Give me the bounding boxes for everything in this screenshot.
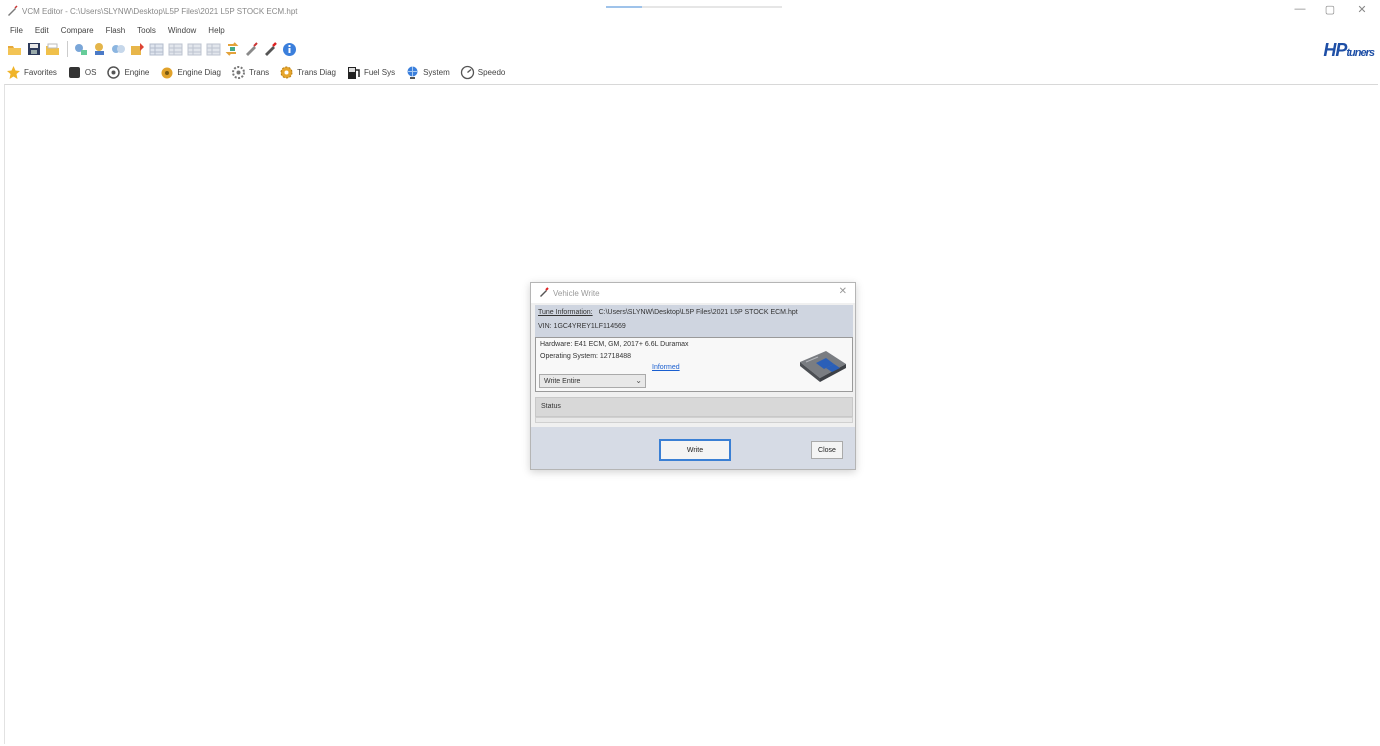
title-bar-divider <box>642 6 782 8</box>
menu-compare[interactable]: Compare <box>61 26 94 35</box>
tune-info-row: Tune Information: C:\Users\SLYNW\Desktop\… <box>538 309 798 316</box>
window-title: VCM Editor - C:\Users\SLYNW\Desktop\L5P … <box>22 6 298 16</box>
vin-text: VIN: 1GC4YREY1LF114569 <box>538 323 626 330</box>
menu-edit[interactable]: Edit <box>35 26 49 35</box>
tune-info-label[interactable]: Tune Information: <box>538 309 593 316</box>
gear-icon <box>231 65 246 80</box>
category-label: Speedo <box>477 67 506 77</box>
compare-icon[interactable] <box>110 41 127 58</box>
hardware-panel: Hardware: E41 ECM, GM, 2017+ 6.6L Durama… <box>535 337 853 392</box>
maximize-button[interactable]: ▢ <box>1318 3 1342 16</box>
engine-diag-icon <box>159 65 174 80</box>
write-button[interactable]: Write <box>659 439 731 461</box>
logo-main-text: HP <box>1323 40 1347 60</box>
category-label: Engine Diag <box>177 67 221 77</box>
category-trans[interactable]: Trans <box>231 65 269 80</box>
convert-icon[interactable] <box>224 41 241 58</box>
dialog-title: Vehicle Write <box>553 288 600 298</box>
operating-system-text: Operating System: 12718488 <box>540 353 632 360</box>
title-bar: VCM Editor - C:\Users\SLYNW\Desktop\L5P … <box>0 0 1380 22</box>
category-engine[interactable]: Engine <box>106 65 149 80</box>
folder-icon[interactable] <box>44 41 61 58</box>
category-engine-diag[interactable]: Engine Diag <box>159 65 221 80</box>
write-mode-select[interactable]: Write Entire ⌄ <box>539 374 646 388</box>
speedometer-icon <box>460 65 475 80</box>
menu-help[interactable]: Help <box>208 26 224 35</box>
close-window-button[interactable]: ✕ <box>1350 3 1374 16</box>
category-label: Favorites <box>24 67 57 77</box>
hardware-text: Hardware: E41 ECM, GM, 2017+ 6.6L Durama… <box>540 341 689 348</box>
category-trans-diag[interactable]: Trans Diag <box>279 65 336 80</box>
status-label: Status <box>541 403 561 410</box>
category-favorites[interactable]: Favorites <box>6 65 57 80</box>
category-label: Engine <box>124 67 150 77</box>
minimize-button[interactable]: — <box>1288 3 1312 15</box>
category-label: Trans Diag <box>297 67 336 77</box>
logo-sub-text: tuners <box>1346 47 1375 59</box>
toolbar-separator <box>67 41 68 57</box>
category-label: System <box>423 67 450 77</box>
save-icon[interactable] <box>25 41 42 58</box>
star-icon <box>6 65 21 80</box>
vehicle-write-dialog: Vehicle Write ✕ Tune Information: C:\User… <box>530 282 856 470</box>
app-icon <box>6 5 18 17</box>
dialog-title-bar: Vehicle Write ✕ <box>531 283 855 303</box>
category-toolbar: Favorites OS Engine Engine Diag Trans Tr… <box>6 62 515 82</box>
status-panel: Status <box>535 397 853 417</box>
ecm-module-image <box>796 348 848 384</box>
vehicle-read-icon[interactable] <box>243 41 260 58</box>
engine-icon <box>106 65 121 80</box>
menu-window[interactable]: Window <box>168 26 196 35</box>
open-folder-icon[interactable] <box>6 41 23 58</box>
category-label: Trans <box>248 67 270 77</box>
close-button[interactable]: Close <box>811 441 843 459</box>
dialog-close-icon[interactable]: ✕ <box>839 286 847 297</box>
category-label: Fuel Sys <box>363 67 396 77</box>
category-fuel-sys[interactable]: Fuel Sys <box>346 65 395 80</box>
info-icon[interactable] <box>281 41 298 58</box>
fuel-pump-icon <box>346 65 361 80</box>
table-icon-3[interactable] <box>186 41 203 58</box>
category-os[interactable]: OS <box>67 65 97 80</box>
vehicle-write-icon <box>539 287 549 299</box>
read-vehicle-icon[interactable] <box>72 41 89 58</box>
main-toolbar <box>6 38 300 60</box>
category-speedo[interactable]: Speedo <box>460 65 506 80</box>
vehicle-write-icon[interactable] <box>262 41 279 58</box>
progress-bar <box>535 417 853 423</box>
table-icon-2[interactable] <box>167 41 184 58</box>
menu-flash[interactable]: Flash <box>106 26 126 35</box>
globe-icon <box>405 65 420 80</box>
title-bar-accent <box>606 6 642 8</box>
tune-information-panel: Tune Information: C:\Users\SLYNW\Desktop\… <box>535 305 853 337</box>
table-icon-1[interactable] <box>148 41 165 58</box>
gear-diag-icon <box>279 65 294 80</box>
category-label: OS <box>84 67 97 77</box>
category-system[interactable]: System <box>405 65 450 80</box>
chevron-down-icon: ⌄ <box>635 376 642 385</box>
tune-info-path: C:\Users\SLYNW\Desktop\L5P Files\2021 L5… <box>598 309 798 316</box>
chip-icon <box>67 65 82 80</box>
table-icon-4[interactable] <box>205 41 222 58</box>
menu-file[interactable]: File <box>10 26 23 35</box>
dialog-button-area: Write Close <box>531 427 855 469</box>
informed-link[interactable]: Informed <box>652 364 680 371</box>
write-mode-value: Write Entire <box>544 377 581 385</box>
menu-tools[interactable]: Tools <box>137 26 156 35</box>
hptuners-logo: HPtuners <box>1323 40 1375 61</box>
scanner-icon[interactable] <box>91 41 108 58</box>
menu-bar: File Edit Compare Flash Tools Window Hel… <box>0 22 237 38</box>
flash-icon[interactable] <box>129 41 146 58</box>
